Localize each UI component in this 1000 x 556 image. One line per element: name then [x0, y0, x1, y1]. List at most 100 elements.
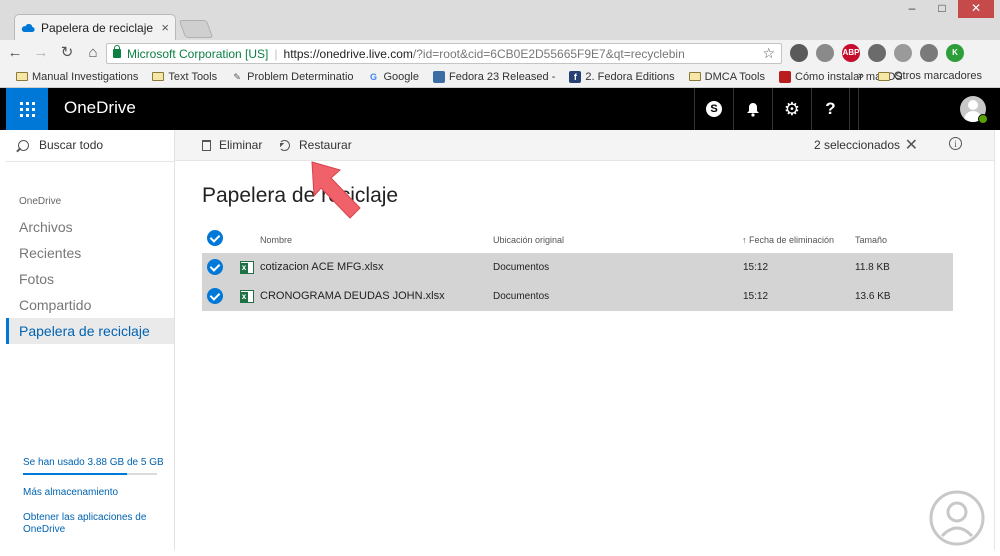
skype-button[interactable]: S: [694, 88, 733, 130]
home-button[interactable]: ⌂: [82, 42, 104, 64]
security-label: Microsoft Corporation [US]: [127, 46, 269, 61]
bell-icon: [747, 102, 759, 117]
bookmark-item[interactable]: f 2. Fedora Editions: [569, 70, 675, 83]
more-storage-link[interactable]: Más almacenamiento: [23, 487, 163, 499]
bookmark-item[interactable]: DMCA Tools: [688, 71, 765, 83]
nav-item-archivos[interactable]: Archivos: [19, 219, 73, 235]
settings-button[interactable]: ⚙: [772, 88, 811, 130]
nav-item-papelera[interactable]: Papelera de reciclaje: [6, 318, 174, 344]
bookmark-label: Fedora 23 Released -: [448, 70, 556, 83]
browser-tab-title: Papelera de reciclaje - O: [41, 20, 157, 35]
row-checkbox[interactable]: [207, 288, 223, 304]
annotation-arrow-icon: [311, 161, 361, 219]
bookmark-item[interactable]: Fedora 23 Released -: [432, 70, 556, 83]
maximize-button[interactable]: □: [928, 0, 956, 18]
extension-icon[interactable]: [894, 44, 912, 62]
extension-icon[interactable]: [868, 44, 886, 62]
column-header-size[interactable]: Tamaño: [855, 235, 887, 245]
browser-tab[interactable]: Papelera de reciclaje - O ×: [14, 14, 176, 40]
file-name: cotizacion ACE MFG.xlsx: [260, 261, 384, 273]
excel-file-icon: [240, 290, 254, 303]
url-host: https://onedrive.live.com: [283, 46, 413, 61]
storage-quota-fill: [23, 473, 127, 475]
extension-icon[interactable]: [816, 44, 834, 62]
bookmark-label: 2. Fedora Editions: [585, 70, 675, 83]
excel-file-icon: [240, 261, 254, 274]
nav-section-label: OneDrive: [19, 196, 62, 207]
extension-icons: ABP K: [790, 44, 972, 62]
address-separator: |: [274, 46, 278, 61]
onedrive-brand[interactable]: OneDrive: [64, 98, 136, 118]
reload-button[interactable]: ↻: [56, 42, 78, 64]
file-deleted-time: 15:12: [743, 291, 769, 302]
nav-item-compartido[interactable]: Compartido: [19, 297, 91, 313]
tool-icon: ✎: [233, 71, 241, 82]
selected-count: 2 seleccionados: [813, 138, 900, 152]
folder-icon: [152, 72, 165, 81]
minimize-button[interactable]: –: [898, 0, 926, 18]
search-divider: [6, 161, 174, 162]
nav-item-fotos[interactable]: Fotos: [19, 271, 54, 287]
notifications-button[interactable]: [733, 88, 772, 130]
delete-label: Eliminar: [219, 138, 263, 152]
select-all-checkbox[interactable]: [207, 230, 223, 246]
extension-icon[interactable]: K: [946, 44, 964, 62]
address-bar[interactable]: Microsoft Corporation [US] | https://one…: [106, 43, 782, 64]
file-size: 13.6 KB: [855, 291, 891, 302]
search-placeholder: Buscar todo: [39, 138, 104, 152]
bookmark-item[interactable]: G Google: [368, 71, 419, 83]
storage-quota-bar: [23, 473, 157, 475]
other-bookmarks[interactable]: Otros marcadores: [894, 70, 982, 82]
search-box[interactable]: Buscar todo: [18, 138, 103, 152]
bookmark-item[interactable]: Text Tools: [152, 71, 217, 83]
bookmark-star-icon[interactable]: ☆: [762, 45, 775, 62]
file-name: CRONOGRAMA DEUDAS JOHN.xlsx: [260, 290, 445, 302]
lock-icon: [113, 45, 121, 58]
extension-icon[interactable]: [790, 44, 808, 62]
column-header-name[interactable]: Nombre: [260, 235, 292, 245]
help-button[interactable]: ?: [811, 88, 850, 130]
google-icon: G: [369, 71, 377, 82]
table-row[interactable]: CRONOGRAMA DEUDAS JOHN.xlsx Documentos 1…: [202, 282, 953, 311]
bookmark-item[interactable]: ✎ Problem Determinatio: [231, 71, 353, 83]
column-header-location[interactable]: Ubicación original: [493, 235, 564, 245]
file-location: Documentos: [493, 291, 550, 302]
file-deleted-time: 15:12: [743, 262, 769, 273]
window-controls: – □ ✕: [896, 0, 994, 18]
row-checkbox[interactable]: [207, 259, 223, 275]
restore-icon: [279, 139, 290, 151]
extension-icon[interactable]: ABP: [842, 44, 860, 62]
forward-button[interactable]: →: [30, 42, 52, 64]
table-row[interactable]: cotizacion ACE MFG.xlsx Documentos 15:12…: [202, 253, 953, 282]
new-tab-button[interactable]: [178, 20, 214, 38]
storage-quota-text[interactable]: Se han usado 3.88 GB de 5 GB: [23, 457, 164, 468]
column-header-date[interactable]: ↑ Fecha de eliminación: [742, 235, 834, 245]
fedora-icon: f: [569, 70, 582, 83]
bookmark-item[interactable]: Manual Investigations: [16, 71, 138, 83]
left-navigation: Buscar todo OneDrive Archivos Recientes …: [6, 130, 175, 550]
delete-button[interactable]: Eliminar: [202, 138, 262, 152]
content-scrollbar[interactable]: [994, 130, 1000, 550]
bookmarks-overflow-icon[interactable]: »: [858, 70, 864, 82]
extension-icon[interactable]: [920, 44, 938, 62]
app-launcher-icon[interactable]: [6, 88, 48, 130]
nav-item-recientes[interactable]: Recientes: [19, 245, 81, 261]
folder-icon: [877, 71, 890, 81]
tab-close-icon[interactable]: ×: [161, 20, 169, 35]
window-close-button[interactable]: ✕: [958, 0, 994, 18]
skype-icon: S: [706, 101, 722, 117]
get-apps-link[interactable]: Obtener las aplicaciones de OneDrive: [23, 512, 163, 536]
folder-icon: [16, 72, 28, 81]
url-path: /?id=root&cid=6CB0E2D55665F9E7&qt=recycl…: [412, 46, 685, 61]
bookmark-label: Text Tools: [168, 70, 218, 83]
clear-selection-icon[interactable]: ✕: [905, 135, 918, 155]
bookmark-label: Manual Investigations: [32, 70, 139, 83]
bookmark-icon: [779, 70, 791, 83]
page-icon: [432, 70, 445, 83]
folder-icon: [688, 72, 701, 81]
info-icon[interactable]: i: [949, 137, 962, 150]
bookmarks-bar-right: » Otros marcadores: [858, 70, 982, 82]
bookmarks-bar: Manual Investigations Text Tools ✎ Problem …: [0, 66, 1000, 88]
trash-icon: [202, 139, 211, 151]
back-button[interactable]: ←: [4, 42, 26, 64]
